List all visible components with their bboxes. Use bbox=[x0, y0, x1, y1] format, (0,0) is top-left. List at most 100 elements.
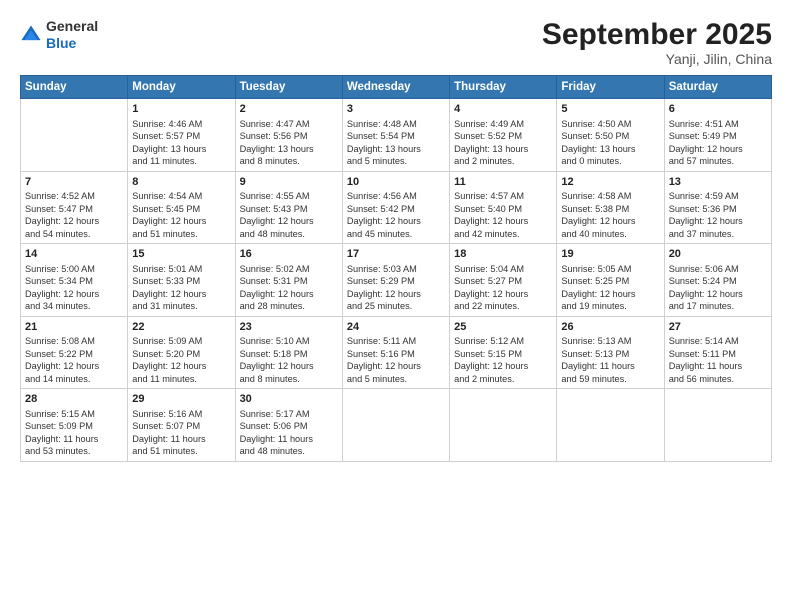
day-info-line: Sunset: 5:22 PM bbox=[25, 349, 93, 359]
day-info-line: Daylight: 12 hours bbox=[561, 216, 635, 226]
day-info-line: Sunset: 5:13 PM bbox=[561, 349, 629, 359]
calendar-week-row: 1Sunrise: 4:46 AMSunset: 5:57 PMDaylight… bbox=[21, 99, 772, 172]
day-number: 10 bbox=[347, 175, 445, 190]
day-info-line: and 8 minutes. bbox=[240, 374, 300, 384]
day-info-line: and 2 minutes. bbox=[454, 156, 514, 166]
table-row: 20Sunrise: 5:06 AMSunset: 5:24 PMDayligh… bbox=[664, 244, 771, 317]
day-number: 14 bbox=[25, 247, 123, 262]
page: General Blue September 2025 Yanji, Jilin… bbox=[0, 0, 792, 612]
day-info-line: Sunrise: 5:12 AM bbox=[454, 336, 524, 346]
logo-icon bbox=[20, 24, 42, 46]
calendar-week-row: 28Sunrise: 5:15 AMSunset: 5:09 PMDayligh… bbox=[21, 389, 772, 462]
location: Yanji, Jilin, China bbox=[542, 51, 772, 67]
day-info-line: Sunset: 5:50 PM bbox=[561, 131, 629, 141]
day-info-line: Daylight: 12 hours bbox=[132, 289, 206, 299]
col-thursday: Thursday bbox=[450, 76, 557, 99]
day-info-line: Daylight: 13 hours bbox=[347, 144, 421, 154]
day-info-line: and 19 minutes. bbox=[561, 301, 626, 311]
day-info-line: Sunrise: 5:17 AM bbox=[240, 409, 310, 419]
day-info-line: Sunrise: 5:10 AM bbox=[240, 336, 310, 346]
day-info-line: and 2 minutes. bbox=[454, 374, 514, 384]
day-info-line: Daylight: 12 hours bbox=[240, 361, 314, 371]
day-info-line: Sunrise: 4:54 AM bbox=[132, 191, 202, 201]
day-number: 4 bbox=[454, 102, 552, 117]
day-info-line: Sunrise: 5:04 AM bbox=[454, 264, 524, 274]
table-row: 19Sunrise: 5:05 AMSunset: 5:25 PMDayligh… bbox=[557, 244, 664, 317]
table-row bbox=[342, 389, 449, 462]
table-row: 12Sunrise: 4:58 AM Sunset: 5:38 PM Dayligh… bbox=[557, 171, 664, 244]
day-info-line: Sunrise: 4:46 AM bbox=[132, 119, 202, 129]
day-info-line: Sunrise: 4:58 AM bbox=[561, 191, 631, 201]
day-info-line: Sunrise: 5:13 AM bbox=[561, 336, 631, 346]
day-info-line: and 25 minutes. bbox=[347, 301, 412, 311]
day-info-line: and 51 minutes. bbox=[132, 229, 197, 239]
day-number: 28 bbox=[25, 392, 123, 407]
table-row: 8Sunrise: 4:54 AMSunset: 5:45 PMDaylight… bbox=[128, 171, 235, 244]
day-info-line: Sunset: 5:24 PM bbox=[669, 276, 737, 286]
day-info-line: and 11 minutes. bbox=[132, 374, 197, 384]
table-row: 29Sunrise: 5:16 AMSunset: 5:07 PMDayligh… bbox=[128, 389, 235, 462]
day-info-line: and 48 minutes. bbox=[240, 446, 305, 456]
table-row: 30Sunrise: 5:17 AMSunset: 5:06 PMDayligh… bbox=[235, 389, 342, 462]
day-info-line: and 42 minutes. bbox=[454, 229, 519, 239]
day-info-line: Sunrise: 5:06 AM bbox=[669, 264, 739, 274]
day-info-line: Daylight: 13 hours bbox=[454, 144, 528, 154]
day-info-line: and 59 minutes. bbox=[561, 374, 626, 384]
table-row: 10Sunrise: 4:56 AMSunset: 5:42 PMDayligh… bbox=[342, 171, 449, 244]
day-info-line: and 34 minutes. bbox=[25, 301, 90, 311]
day-info-line: Sunset: 5:42 PM bbox=[347, 204, 415, 214]
table-row bbox=[21, 99, 128, 172]
day-info-line: Daylight: 12 hours bbox=[454, 289, 528, 299]
table-row bbox=[450, 389, 557, 462]
day-info-line: Daylight: 12 hours bbox=[347, 289, 421, 299]
day-info-line: Sunset: 5:38 PM bbox=[561, 204, 629, 214]
day-info-line: Sunrise: 5:02 AM bbox=[240, 264, 310, 274]
day-info-line: Sunset: 5:09 PM bbox=[25, 421, 93, 431]
table-row: 11Sunrise: 4:57 AMSunset: 5:40 PMDayligh… bbox=[450, 171, 557, 244]
day-info-line: Daylight: 13 hours bbox=[561, 144, 635, 154]
day-info-line: Sunrise: 4:50 AM bbox=[561, 119, 631, 129]
day-info-line: Sunset: 5:06 PM bbox=[240, 421, 308, 431]
calendar-week-row: 21Sunrise: 5:08 AMSunset: 5:22 PMDayligh… bbox=[21, 316, 772, 389]
day-number: 9 bbox=[240, 175, 338, 190]
day-info-line: Daylight: 12 hours bbox=[669, 144, 743, 154]
table-row: 21Sunrise: 5:08 AMSunset: 5:22 PMDayligh… bbox=[21, 316, 128, 389]
day-info-line: Daylight: 13 hours bbox=[240, 144, 314, 154]
day-info-line: Sunset: 5:56 PM bbox=[240, 131, 308, 141]
day-number: 21 bbox=[25, 320, 123, 335]
table-row: 5Sunrise: 4:50 AMSunset: 5:50 PMDaylight… bbox=[557, 99, 664, 172]
day-info-line: and 53 minutes. bbox=[25, 446, 90, 456]
title-section: September 2025 Yanji, Jilin, China bbox=[542, 18, 772, 67]
table-row: 7Sunrise: 4:52 AMSunset: 5:47 PMDaylight… bbox=[21, 171, 128, 244]
day-info-line: and 45 minutes. bbox=[347, 229, 412, 239]
day-info-line: Sunrise: 4:52 AM bbox=[25, 191, 95, 201]
day-info-line: and 56 minutes. bbox=[669, 374, 734, 384]
day-number: 27 bbox=[669, 320, 767, 335]
logo-text: General Blue bbox=[46, 18, 98, 52]
day-info-line: Daylight: 11 hours bbox=[240, 434, 313, 444]
month-title: September 2025 bbox=[542, 18, 772, 51]
table-row: 9Sunrise: 4:55 AMSunset: 5:43 PMDaylight… bbox=[235, 171, 342, 244]
table-row: 14Sunrise: 5:00 AMSunset: 5:34 PMDayligh… bbox=[21, 244, 128, 317]
table-row: 24Sunrise: 5:11 AMSunset: 5:16 PMDayligh… bbox=[342, 316, 449, 389]
day-number: 26 bbox=[561, 320, 659, 335]
day-info-line: Sunrise: 4:51 AM bbox=[669, 119, 739, 129]
day-info-line: and 22 minutes. bbox=[454, 301, 519, 311]
day-number: 25 bbox=[454, 320, 552, 335]
day-info-line: Sunrise: 5:16 AM bbox=[132, 409, 202, 419]
day-info-line: Sunrise: 4:49 AM bbox=[454, 119, 524, 129]
table-row: 23Sunrise: 5:10 AMSunset: 5:18 PMDayligh… bbox=[235, 316, 342, 389]
day-info-line: Sunset: 5:27 PM bbox=[454, 276, 522, 286]
day-info-line: and 8 minutes. bbox=[240, 156, 300, 166]
day-info-line: Sunrise: 4:55 AM bbox=[240, 191, 310, 201]
day-info-line: Sunset: 5:34 PM bbox=[25, 276, 93, 286]
calendar-week-row: 14Sunrise: 5:00 AMSunset: 5:34 PMDayligh… bbox=[21, 244, 772, 317]
day-info-line: and 48 minutes. bbox=[240, 229, 305, 239]
table-row: 2Sunrise: 4:47 AMSunset: 5:56 PMDaylight… bbox=[235, 99, 342, 172]
day-info-line: Sunset: 5:31 PM bbox=[240, 276, 308, 286]
day-number: 13 bbox=[669, 175, 767, 190]
day-info-line: and 31 minutes. bbox=[132, 301, 197, 311]
col-sunday: Sunday bbox=[21, 76, 128, 99]
table-row: 1Sunrise: 4:46 AMSunset: 5:57 PMDaylight… bbox=[128, 99, 235, 172]
day-number: 12 bbox=[561, 175, 659, 190]
